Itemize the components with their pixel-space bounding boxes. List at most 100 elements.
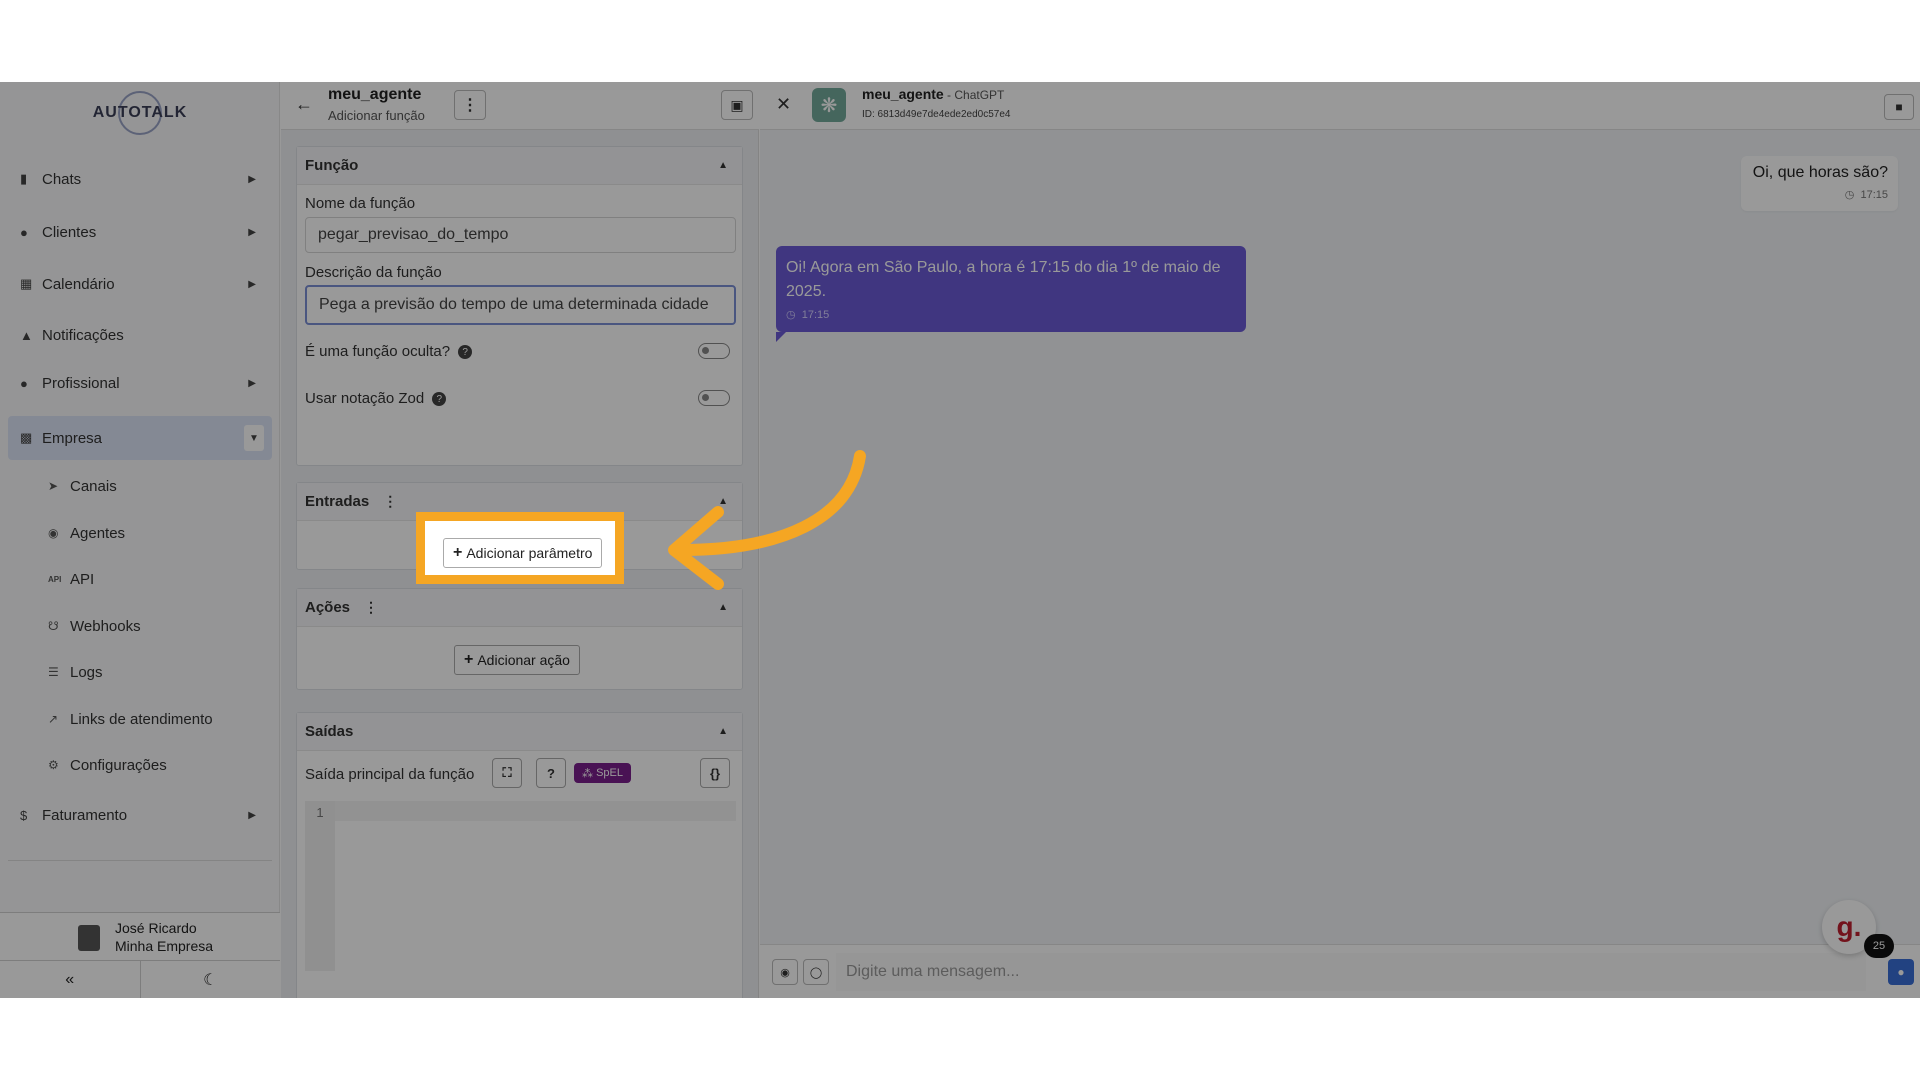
hidden-function-toggle[interactable] — [698, 343, 730, 359]
add-parameter-label: Adicionar parâmetro — [466, 545, 593, 561]
save-button[interactable]: ▣ — [721, 90, 753, 120]
bell-icon: ▲ — [20, 327, 33, 343]
double-chevron-left-icon: « — [65, 970, 75, 988]
more-options-button[interactable]: ⋮ — [454, 90, 486, 120]
microphone-button[interactable]: ● — [1888, 959, 1914, 985]
kebab-icon[interactable]: ⋮ — [364, 599, 378, 616]
close-icon[interactable]: ✕ — [776, 94, 791, 115]
agent-title: meu_agente — [328, 86, 422, 103]
active-line — [335, 801, 736, 821]
model-name: - ChatGPT — [943, 88, 1005, 102]
sidebar-subitem-configuracoes[interactable]: ⚙ Configurações — [48, 750, 167, 780]
saidas-header[interactable]: Saídas ▲ — [297, 713, 742, 751]
sidebar-subitem-links[interactable]: ↗ Links de atendimento — [48, 704, 213, 734]
sidebar-subitem-webhooks[interactable]: ☋ Webhooks — [48, 611, 141, 641]
sidebar-item-clientes[interactable]: ● Clientes ▶ — [8, 212, 272, 252]
sidebar-subitem-label: Logs — [70, 663, 103, 681]
bot-time-text: 17:15 — [801, 309, 830, 321]
code-format-button[interactable]: {} — [700, 758, 730, 788]
sidebar-item-label: Clientes — [42, 223, 97, 241]
code-editor[interactable]: 1 — [305, 801, 736, 971]
moon-icon: ☾ — [203, 971, 218, 989]
card-title: Saídas — [305, 723, 354, 740]
spel-badge[interactable]: ⁂ SpEL — [574, 763, 631, 783]
help-icon[interactable]: ? — [432, 392, 447, 407]
microphone-icon: ● — [1897, 965, 1905, 979]
autotalk-logo[interactable]: AUTOTALK — [0, 90, 280, 136]
highlight-box: + Adicionar parâmetro — [416, 512, 624, 584]
chatgpt-logo-icon: ❋ — [812, 88, 846, 122]
gear-icon: ⚙ — [48, 758, 59, 772]
annotation-arrow — [668, 450, 866, 590]
sidebar-item-label: Faturamento — [42, 806, 128, 824]
sidebar-item-empresa[interactable]: ▩ Empresa ▼ — [8, 416, 272, 460]
app-window: AUTOTALK ▮ Chats ▶ ● Clientes ▶ ▦ Calend… — [0, 82, 1920, 998]
sidebar-item-notificacoes[interactable]: ▲ Notificações — [8, 315, 272, 355]
sidebar-subitem-api[interactable]: API API — [48, 564, 94, 594]
saidas-card: Saídas ▲ Saída principal da função ⛶ ? ⁂… — [296, 712, 743, 998]
trash-icon: ■ — [1895, 100, 1903, 114]
bot-message-text: Oi! Agora em São Paulo, a hora é 17:15 d… — [786, 259, 1221, 300]
spel-label: SpEL — [596, 767, 623, 779]
dollar-icon: $ — [20, 807, 28, 823]
camera-button[interactable]: ◉ — [772, 959, 798, 985]
sidebar-footer: « ☾ — [0, 960, 280, 998]
user-time-text: 17:15 — [1860, 189, 1888, 201]
sidebar-subitem-label: API — [70, 570, 95, 588]
webhook-icon: ☋ — [48, 619, 59, 633]
sidebar-item-label: Chats — [42, 170, 82, 188]
sidebar-subitem-logs[interactable]: ☰ Logs — [48, 657, 103, 687]
fullscreen-button[interactable]: ⛶ — [492, 758, 522, 788]
card-title: Função — [305, 157, 359, 174]
sidebar-item-calendario[interactable]: ▦ Calendário ▶ — [8, 264, 272, 304]
function-description-input[interactable]: Pega a previsão do tempo de uma determin… — [305, 285, 736, 325]
delete-chat-button[interactable]: ■ — [1884, 94, 1914, 120]
attach-button[interactable]: ◯ — [803, 959, 829, 985]
sidebar-item-faturamento[interactable]: $ Faturamento ▶ — [8, 795, 272, 835]
user-profile[interactable]: José Ricardo Minha Empresa — [0, 912, 280, 960]
add-action-button[interactable]: + Adicionar ação — [454, 645, 580, 675]
add-action-label: Adicionar ação — [477, 652, 570, 668]
chevron-down-icon[interactable]: ▼ — [244, 425, 264, 451]
hidden-function-text: É uma função oculta? — [305, 343, 451, 360]
help-icon[interactable]: ? — [458, 345, 473, 360]
collapse-sidebar-button[interactable]: « — [0, 961, 141, 998]
users-icon: ● — [20, 224, 28, 240]
clock-icon: ◷ — [786, 309, 796, 321]
dark-mode-button[interactable]: ☾ — [141, 961, 281, 998]
function-name-input[interactable]: pegar_previsao_do_tempo — [305, 217, 736, 253]
expand-icon: ⛶ — [502, 765, 512, 780]
plus-icon: + — [453, 544, 463, 561]
chevron-up-icon[interactable]: ▲ — [718, 602, 728, 613]
editor-header: ← meu_agente Adicionar função ⋮ ▣ — [281, 82, 759, 130]
paperclip-icon: ◯ — [809, 966, 823, 979]
sidebar-subitem-label: Links de atendimento — [70, 710, 213, 728]
main-output-label: Saída principal da função — [305, 766, 475, 783]
sidebar-item-profissional[interactable]: ● Profissional ▶ — [8, 363, 272, 403]
kebab-icon[interactable]: ⋮ — [383, 493, 397, 510]
chevron-up-icon[interactable]: ▲ — [718, 160, 728, 171]
funcao-header[interactable]: Função ▲ — [297, 147, 742, 185]
editor-subtitle: Adicionar função — [328, 108, 425, 123]
chevron-up-icon[interactable]: ▲ — [718, 726, 728, 737]
sidebar-item-label: Empresa — [42, 429, 103, 447]
chevron-right-icon: ▶ — [248, 809, 256, 821]
help-button[interactable]: ? — [536, 758, 566, 788]
message-input[interactable]: Digite uma mensagem... — [836, 953, 1866, 991]
user-names: José Ricardo Minha Empresa — [115, 919, 213, 955]
sidebar-item-chats[interactable]: ▮ Chats ▶ — [8, 159, 272, 199]
add-parameter-button[interactable]: + Adicionar parâmetro — [443, 538, 603, 568]
plus-icon: + — [464, 651, 474, 668]
floppy-icon: ▣ — [730, 96, 744, 113]
zod-toggle[interactable] — [698, 390, 730, 406]
zod-text: Usar notação Zod — [305, 390, 425, 407]
sidebar-subitem-label: Webhooks — [70, 617, 141, 635]
rocket-icon: ➤ — [48, 479, 59, 493]
sidebar-subitem-agentes[interactable]: ◉ Agentes — [48, 518, 125, 548]
sidebar-subitem-canais[interactable]: ➤ Canais — [48, 471, 117, 501]
question-icon: ? — [547, 765, 555, 781]
user-tie-icon: ● — [20, 375, 28, 391]
back-arrow-icon[interactable]: ← — [295, 94, 313, 115]
function-name-label: Nome da função — [305, 195, 416, 212]
avatar — [78, 925, 100, 951]
